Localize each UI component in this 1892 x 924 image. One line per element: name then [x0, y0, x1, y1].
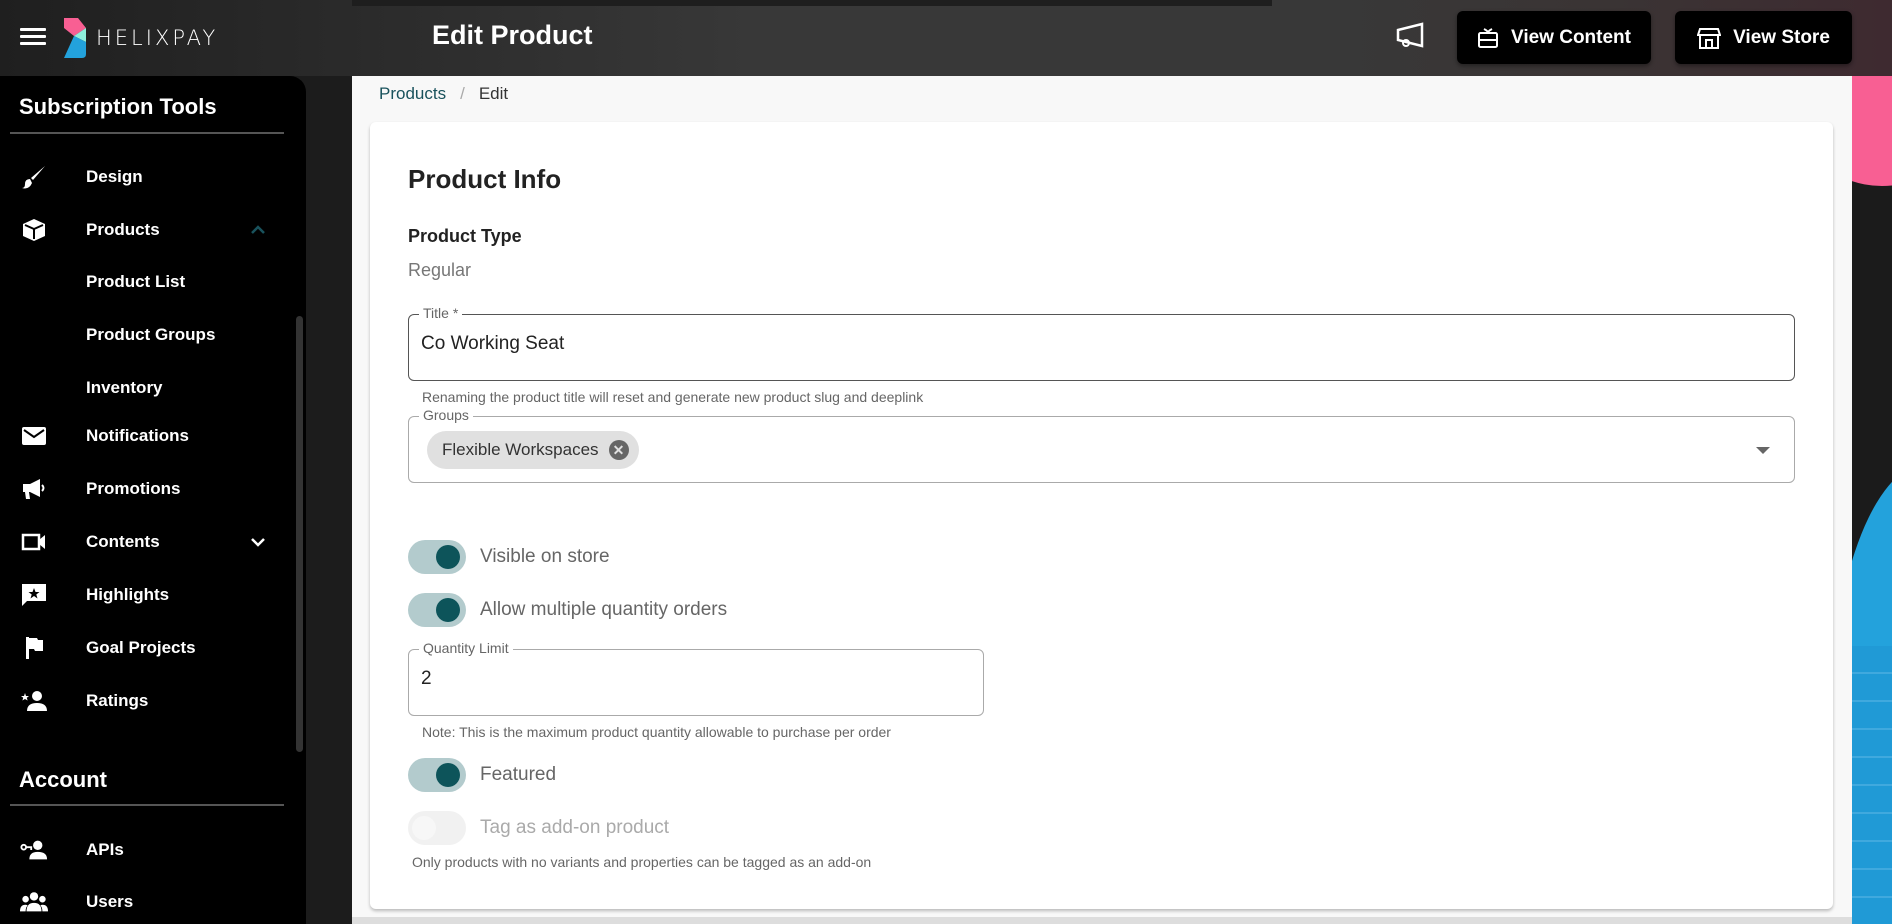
view-content-label: View Content: [1511, 26, 1631, 48]
quantity-limit-field[interactable]: Quantity Limit: [408, 640, 984, 716]
gift-card-icon: [1478, 27, 1498, 48]
sidebar-item-product-list[interactable]: Product List: [0, 260, 290, 304]
main-content: Products / Edit Product Info Product Typ…: [352, 76, 1852, 924]
topbar-shadow: [352, 0, 1272, 6]
flag-icon: [20, 634, 48, 662]
sidebar-item-label: Product List: [86, 272, 186, 291]
brush-icon: [20, 163, 48, 191]
decorative-background: [1852, 76, 1892, 924]
toggle-label: Tag as add-on product: [480, 817, 670, 838]
top-app-bar: HELIXPAY Edit Product View Content View …: [0, 0, 1892, 76]
sidebar-scrollbar[interactable]: [296, 316, 303, 752]
sidebar-item-label: Product Groups: [86, 325, 216, 344]
sidebar-item-goal-projects[interactable]: Goal Projects: [0, 626, 290, 670]
star-person-icon: [20, 687, 48, 715]
sidebar-item-label: Contents: [86, 532, 160, 551]
sidebar-item-products[interactable]: Products: [0, 208, 290, 252]
addon-helper-text: Only products with no variants and prope…: [412, 854, 872, 870]
sidebar-item-label: APIs: [86, 840, 124, 859]
package-icon: [20, 216, 48, 244]
sidebar-item-users[interactable]: Users: [0, 880, 290, 924]
sidebar-item-notifications[interactable]: Notifications: [0, 414, 290, 458]
view-store-button[interactable]: View Store: [1675, 11, 1852, 64]
group-chip: Flexible Workspaces ✕: [427, 431, 639, 469]
section-title-subscription-tools: Subscription Tools: [19, 94, 217, 119]
title-helper-text: Renaming the product title will reset an…: [422, 389, 924, 405]
sidebar-item-apis[interactable]: APIs: [0, 828, 290, 872]
announcements-button[interactable]: [1396, 22, 1430, 54]
star-comment-icon: [20, 581, 48, 609]
view-content-button[interactable]: View Content: [1457, 11, 1651, 64]
toggle-allow-multiple-quantity[interactable]: Allow multiple quantity orders: [408, 593, 727, 627]
quantity-limit-label: Quantity Limit: [419, 640, 513, 656]
view-store-label: View Store: [1733, 26, 1830, 48]
chevron-up-icon[interactable]: [248, 220, 268, 240]
sidebar-item-inventory[interactable]: Inventory: [0, 366, 290, 410]
horizontal-scrollbar[interactable]: [352, 917, 1852, 924]
page-title: Edit Product: [432, 20, 593, 50]
sidebar-item-design[interactable]: Design: [0, 155, 290, 199]
decor-stripes: [1852, 646, 1892, 924]
sidebar-item-label: Inventory: [86, 378, 163, 397]
sidebar-item-label: Users: [86, 892, 134, 911]
decor-pink-circle: [1852, 76, 1892, 186]
sidebar-item-highlights[interactable]: Highlights: [0, 573, 290, 617]
groups-select[interactable]: Groups Flexible Workspaces ✕: [408, 407, 1795, 483]
sidebar-item-label: Ratings: [86, 691, 149, 710]
toggle-label: Allow multiple quantity orders: [480, 599, 728, 620]
chevron-down-icon[interactable]: [248, 532, 268, 552]
featured-switch[interactable]: [408, 758, 466, 792]
product-type-value: Regular: [408, 260, 472, 280]
sidebar-item-promotions[interactable]: Promotions: [0, 467, 290, 511]
toggle-visible-on-store[interactable]: Visible on store: [408, 540, 610, 574]
addon-switch: [408, 811, 466, 845]
sidebar-item-ratings[interactable]: Ratings: [0, 679, 290, 723]
toggle-label: Visible on store: [480, 546, 610, 567]
brand-logo[interactable]: HELIXPAY: [62, 18, 218, 58]
title-input[interactable]: [421, 333, 1668, 355]
toggle-label: Featured: [480, 764, 557, 785]
video-icon: [20, 528, 48, 556]
allow-multiple-switch[interactable]: [408, 593, 466, 627]
section-divider: [10, 804, 284, 806]
sidebar-item-label: Notifications: [86, 426, 189, 445]
groups-field-label: Groups: [419, 407, 473, 423]
megaphone-icon: [20, 475, 48, 503]
storefront-icon: [1697, 27, 1722, 49]
breadcrumb: Products / Edit: [379, 84, 508, 104]
sidebar-item-product-groups[interactable]: Product Groups: [0, 313, 290, 357]
sidebar-item-label: Promotions: [86, 479, 181, 498]
sidebar: Subscription Tools Design Products Produ…: [0, 76, 306, 924]
dropdown-arrow-icon[interactable]: [1756, 447, 1770, 454]
brand-name: HELIXPAY: [96, 26, 219, 50]
menu-icon[interactable]: [20, 24, 46, 50]
quantity-limit-input[interactable]: [421, 668, 938, 690]
breadcrumb-products-link[interactable]: Products: [379, 84, 446, 104]
product-type-label: Product Type: [408, 226, 522, 246]
sidebar-item-label: Products: [86, 220, 160, 239]
breadcrumb-current: Edit: [478, 84, 509, 103]
chip-remove-icon[interactable]: ✕: [608, 440, 629, 460]
sidebar-item-label: Design: [86, 167, 143, 186]
sidebar-item-contents[interactable]: Contents: [0, 520, 290, 564]
sidebar-item-label: Goal Projects: [86, 638, 196, 657]
section-title-account: Account: [19, 767, 107, 792]
sidebar-item-label: Highlights: [86, 585, 170, 604]
card-title: Product Info: [408, 164, 562, 194]
product-info-card: Product Info Product Type Regular Title …: [370, 122, 1833, 909]
title-field[interactable]: Title *: [408, 305, 1795, 381]
breadcrumb-separator: /: [460, 84, 465, 103]
toggle-featured[interactable]: Featured: [408, 758, 556, 792]
toggle-addon-product: Tag as add-on product: [408, 811, 669, 845]
section-divider: [10, 132, 284, 134]
quantity-helper-text: Note: This is the maximum product quanti…: [422, 724, 891, 740]
megaphone-outline-icon: [1396, 22, 1424, 48]
helixpay-logo-icon: [64, 18, 86, 58]
group-icon: [20, 888, 48, 916]
title-field-label: Title *: [419, 305, 463, 321]
visible-on-store-switch[interactable]: [408, 540, 466, 574]
group-chip-label: Flexible Workspaces: [442, 440, 599, 459]
mail-icon: [20, 422, 48, 450]
key-person-icon: [20, 836, 48, 864]
